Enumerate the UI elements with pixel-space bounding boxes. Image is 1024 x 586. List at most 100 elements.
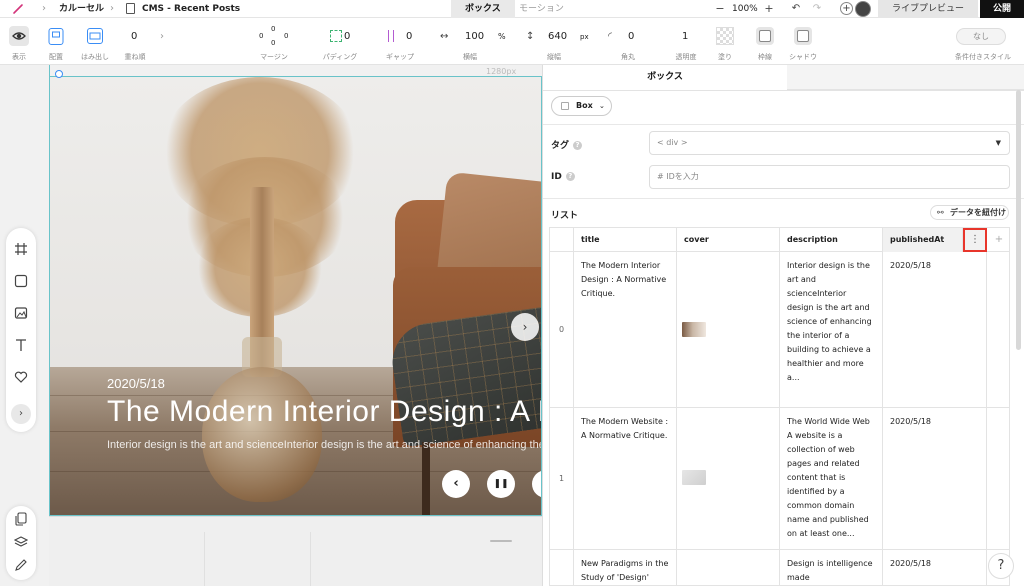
opacity-tool[interactable]: 1 透明度 — [672, 18, 700, 65]
panel-scrollbar[interactable] — [1016, 90, 1021, 350]
cell-publishedat[interactable]: 2020/5/18 — [883, 408, 987, 549]
height-tool[interactable]: ↕ 640 px 縦幅 — [524, 18, 594, 65]
more-tools-icon[interactable]: › — [11, 404, 31, 424]
cell-cover[interactable] — [677, 252, 780, 407]
cell-title[interactable]: The Modern Website : A Normative Critiqu… — [574, 408, 677, 549]
cell-title[interactable]: The Modern Interior Design : A Normative… — [574, 252, 677, 407]
panel-tab-box[interactable]: ボックス — [543, 65, 787, 90]
breadcrumb-chevron-icon: › — [110, 3, 114, 14]
table-row[interactable]: New Paradigms in the Study of 'Design' D… — [550, 550, 1009, 585]
publish-button[interactable]: 公開 — [980, 0, 1024, 18]
studio-logo-icon[interactable] — [12, 3, 24, 15]
tab-motion[interactable]: モーション — [505, 0, 578, 18]
width-tool[interactable]: ↔ 100 % 横幅 — [440, 18, 510, 65]
add-collaborator-icon[interactable]: + — [840, 2, 853, 15]
gap-value[interactable]: 0 — [406, 31, 412, 42]
next-slide-button[interactable]: › — [511, 313, 539, 341]
margin-top-value[interactable]: 0 — [271, 25, 275, 33]
stack-order-value[interactable]: 0 — [131, 31, 137, 42]
redo-icon[interactable]: ↷ — [810, 2, 824, 16]
width-unit[interactable]: % — [498, 32, 506, 41]
shadow-tool[interactable]: シャドウ — [788, 18, 818, 65]
gap-tool[interactable]: 0 ギャップ — [380, 18, 420, 65]
tag-select[interactable]: < div > ▼ — [649, 131, 1010, 155]
column-more-icon[interactable]: ⋮ — [963, 228, 987, 252]
undo-icon[interactable]: ↶ — [789, 2, 803, 16]
help-icon[interactable]: ? — [573, 141, 583, 150]
height-unit[interactable]: px — [580, 33, 589, 41]
padding-value[interactable]: 0 — [344, 31, 350, 42]
live-preview-button[interactable]: ライブプレビュー — [878, 0, 978, 18]
cover-thumbnail[interactable] — [682, 322, 706, 337]
zoom-level[interactable]: 100% — [732, 3, 758, 15]
margin-tool[interactable]: 0 0 0 0 マージン — [254, 18, 294, 65]
heart-tool-icon[interactable] — [13, 370, 29, 386]
table-row[interactable]: 0 The Modern Interior Design : A Normati… — [550, 252, 1009, 408]
toolbar-more-icon[interactable]: › — [158, 18, 170, 65]
text-tool-icon[interactable] — [13, 338, 29, 354]
bind-data-button[interactable]: ⚯ データを紐付け — [930, 205, 1009, 220]
cell-description[interactable]: Design is intelligence made — [780, 550, 883, 585]
cell-publishedat[interactable]: 2020/5/18 — [883, 252, 987, 407]
pause-button[interactable]: ❚❚ — [487, 470, 515, 498]
panel-tab-empty[interactable] — [787, 65, 1024, 90]
zoom-in-button[interactable]: + — [763, 2, 775, 16]
margin-bottom-value[interactable]: 0 — [271, 39, 275, 47]
column-header-cover[interactable]: cover — [677, 228, 780, 252]
zoom-out-button[interactable]: − — [714, 2, 726, 16]
cover-thumbnail[interactable] — [682, 470, 706, 485]
radius-value[interactable]: 0 — [628, 31, 634, 42]
margin-right-value[interactable]: 0 — [284, 32, 288, 40]
radius-label: 角丸 — [621, 53, 635, 61]
cell-description[interactable]: The World Wide Web A website is a collec… — [780, 408, 883, 549]
breadcrumb-page[interactable]: CMS - Recent Posts — [142, 3, 240, 15]
cell-title[interactable]: New Paradigms in the Study of 'Design' — [574, 550, 677, 585]
placement-label: 配置 — [49, 53, 63, 61]
frame-anchor-icon[interactable] — [55, 70, 63, 78]
element-type-select[interactable]: Box ⌄ — [551, 96, 612, 116]
link-icon: ⚯ — [937, 208, 944, 217]
canvas-width-label: 1280px — [486, 67, 517, 76]
carousel-frame[interactable]: 2020/5/18 The Modern Interior Design : A… — [49, 76, 542, 516]
image-tool-icon[interactable] — [13, 306, 29, 322]
width-value[interactable]: 100 — [465, 31, 484, 42]
column-header-publishedat[interactable]: publishedAt — [883, 228, 963, 252]
frame-tool-icon[interactable] — [13, 242, 29, 258]
padding-tool[interactable]: 0 パディング — [318, 18, 362, 65]
box-tool-icon[interactable] — [13, 274, 29, 290]
radius-tool[interactable]: ◜ 0 角丸 — [606, 18, 650, 65]
margin-left-value[interactable]: 0 — [259, 32, 263, 40]
placement-tool[interactable]: 配置 — [44, 18, 68, 65]
border-tool[interactable]: 枠線 — [752, 18, 778, 65]
help-icon[interactable]: ? — [565, 172, 575, 181]
layers-icon[interactable] — [13, 535, 29, 551]
breadcrumb-project[interactable]: カルーセル — [59, 3, 104, 15]
id-input[interactable]: # IDを入力 — [649, 165, 1010, 189]
pages-icon[interactable] — [13, 512, 29, 528]
left-tools: › — [6, 228, 36, 432]
pen-icon[interactable] — [13, 558, 29, 574]
fill-tool[interactable]: 塗り — [712, 18, 738, 65]
cell-publishedat[interactable]: 2020/5/18 — [883, 550, 987, 585]
stack-order-tool[interactable]: 0 重ね順 — [122, 18, 148, 65]
add-column-icon[interactable]: + — [987, 228, 1009, 252]
table-row[interactable]: 1 The Modern Website : A Normative Criti… — [550, 408, 1009, 550]
cell-cover[interactable] — [677, 550, 780, 585]
width-label: 横幅 — [463, 53, 477, 61]
display-label: 表示 — [12, 53, 26, 61]
row-index: 0 — [550, 252, 574, 407]
resize-handle[interactable] — [490, 540, 512, 542]
prev-button[interactable]: ‹ — [442, 470, 470, 498]
cell-cover[interactable] — [677, 408, 780, 549]
display-tool[interactable]: 表示 — [6, 18, 32, 65]
eye-icon — [9, 26, 29, 46]
avatar[interactable] — [855, 1, 871, 17]
column-header-title[interactable]: title — [574, 228, 677, 252]
opacity-value[interactable]: 1 — [682, 31, 688, 42]
gap-icon — [388, 30, 394, 42]
height-value[interactable]: 640 — [548, 31, 567, 42]
column-header-description[interactable]: description — [780, 228, 883, 252]
help-button[interactable]: ? — [988, 553, 1014, 579]
overflow-tool[interactable]: はみ出し — [80, 18, 110, 65]
cell-description[interactable]: Interior design is the art and scienceIn… — [780, 252, 883, 407]
